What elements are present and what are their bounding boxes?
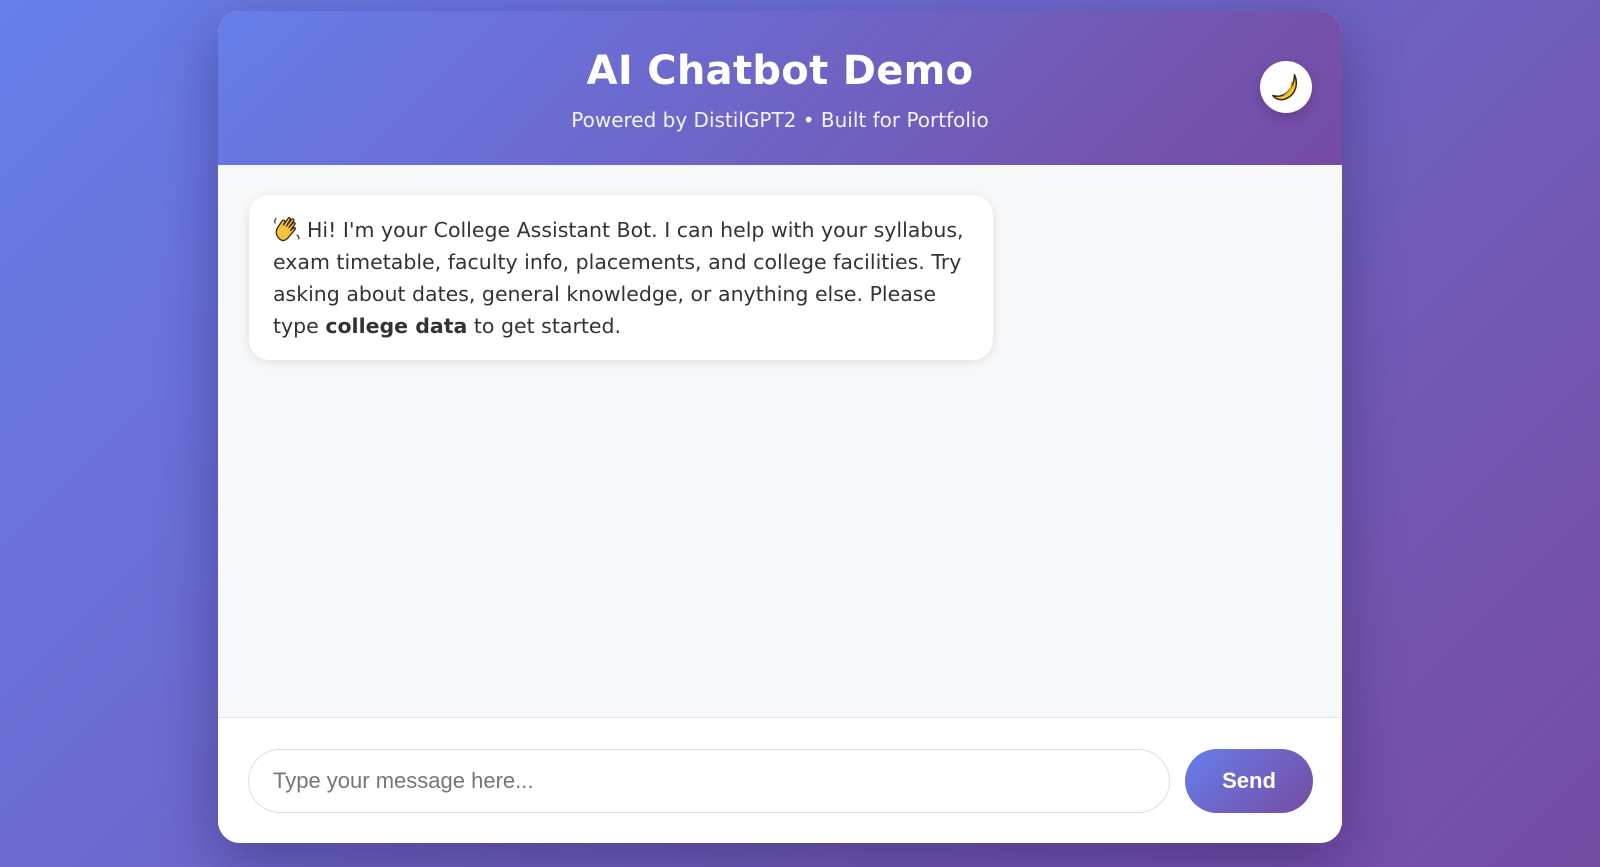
page-subtitle: Powered by DistilGPT2 • Built for Portfo… [571, 108, 989, 132]
message-text-end: to get started. [467, 314, 622, 338]
theme-toggle-button[interactable] [1260, 61, 1312, 113]
waving-hand-icon [273, 216, 301, 242]
chat-window: AI Chatbot Demo Powered by DistilGPT2 • … [218, 11, 1342, 843]
chat-messages: Hi! I'm your College Assistant Bot. I ca… [218, 165, 1342, 718]
send-button[interactable]: Send [1185, 749, 1313, 813]
message-input[interactable] [248, 749, 1170, 813]
moon-icon [1272, 73, 1298, 101]
page-title: AI Chatbot Demo [586, 48, 974, 94]
chat-header: AI Chatbot Demo Powered by DistilGPT2 • … [218, 11, 1342, 165]
input-area: Send [218, 718, 1342, 843]
message-bold-text: college data [325, 314, 468, 338]
bot-message-bubble: Hi! I'm your College Assistant Bot. I ca… [249, 195, 993, 360]
